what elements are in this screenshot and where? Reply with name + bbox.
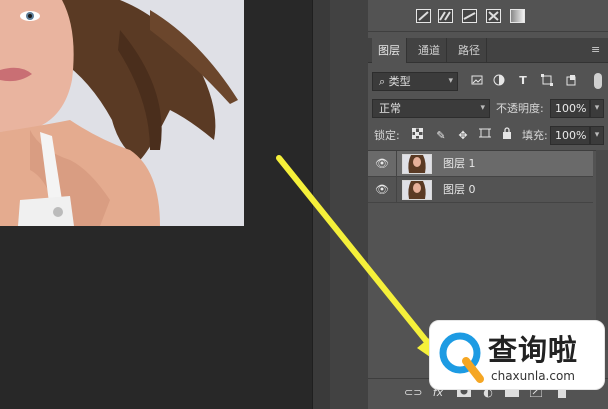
chevron-down-icon: ▾ bbox=[448, 76, 453, 86]
lock-label: 锁定: bbox=[374, 129, 400, 142]
lock-transparent-pixels-icon[interactable] bbox=[410, 126, 424, 145]
filter-row: ⌕ 类型 ▾ T bbox=[368, 71, 608, 92]
watermark-logo-icon bbox=[439, 332, 484, 383]
opacity-field[interactable]: 100% bbox=[550, 99, 590, 118]
fill-label: 填充: bbox=[522, 129, 548, 142]
tab-channels[interactable]: 通道 bbox=[412, 38, 447, 63]
blend-row: 正常 ▾ 不透明度: 100% ▾ bbox=[368, 98, 608, 119]
style-preset-1[interactable] bbox=[416, 9, 431, 23]
style-preset-5[interactable] bbox=[510, 9, 525, 23]
shape-filter-icon[interactable] bbox=[540, 74, 554, 88]
tab-paths[interactable]: 路径 bbox=[452, 38, 487, 63]
lock-artboard-icon[interactable] bbox=[478, 126, 492, 145]
visibility-eye-icon[interactable]: 👁 bbox=[374, 182, 390, 198]
layer-row-1[interactable]: 👁 图层 1 bbox=[368, 151, 593, 177]
panel-tabbar: 图层 通道 路径 ≡ bbox=[368, 38, 608, 63]
lock-image-pixels-icon[interactable]: ✎ bbox=[434, 126, 448, 145]
watermark-url: chaxunla.com bbox=[491, 369, 575, 383]
document-canvas-area[interactable] bbox=[0, 0, 312, 409]
opacity-stepper[interactable]: ▾ bbox=[590, 99, 604, 118]
smart-object-filter-icon[interactable] bbox=[564, 74, 578, 88]
tab-layers[interactable]: 图层 bbox=[372, 38, 407, 63]
lock-position-icon[interactable]: ✥ bbox=[456, 126, 470, 145]
lock-row: 锁定: ✎ ✥ 填充: 100% ▾ bbox=[368, 125, 608, 146]
filter-kind-label: 类型 bbox=[388, 75, 411, 88]
layer-name[interactable]: 图层 1 bbox=[443, 151, 476, 177]
adjustment-filter-icon[interactable] bbox=[492, 74, 506, 88]
chevron-down-icon: ▾ bbox=[480, 103, 485, 113]
filter-kind-dropdown[interactable]: ⌕ 类型 ▾ bbox=[372, 72, 458, 91]
panel-menu-icon[interactable]: ≡ bbox=[591, 44, 603, 56]
style-preset-3[interactable] bbox=[462, 9, 477, 23]
blend-mode-dropdown[interactable]: 正常 ▾ bbox=[372, 99, 490, 118]
type-filter-icon[interactable]: T bbox=[516, 74, 530, 88]
eye-separator bbox=[396, 177, 397, 203]
canvas-scroll-strip[interactable] bbox=[312, 0, 330, 409]
lock-all-icon[interactable] bbox=[500, 126, 514, 145]
layer-thumbnail bbox=[402, 180, 432, 200]
link-layers-icon[interactable]: ⊂⊃ bbox=[404, 385, 422, 401]
eye-separator bbox=[396, 151, 397, 177]
search-icon: ⌕ bbox=[379, 75, 386, 88]
fill-stepper[interactable]: ▾ bbox=[590, 126, 604, 145]
visibility-eye-icon[interactable]: 👁 bbox=[374, 156, 390, 172]
styles-presets-strip bbox=[368, 0, 608, 32]
canvas-photo bbox=[0, 0, 244, 226]
layer-row-0[interactable]: 👁 图层 0 bbox=[368, 177, 593, 203]
opacity-label: 不透明度: bbox=[496, 102, 544, 115]
layer-name[interactable]: 图层 0 bbox=[443, 177, 476, 203]
style-preset-4[interactable] bbox=[486, 9, 501, 23]
panel-dock-edge bbox=[330, 0, 368, 409]
blend-mode-value: 正常 bbox=[379, 102, 401, 115]
site-watermark: 查询啦 chaxunla.com bbox=[429, 320, 605, 390]
watermark-title: 查询啦 bbox=[488, 333, 579, 367]
fill-field[interactable]: 100% bbox=[550, 126, 590, 145]
image-filter-icon[interactable] bbox=[470, 74, 484, 88]
layer-thumbnail bbox=[402, 154, 432, 174]
style-preset-2[interactable] bbox=[438, 9, 453, 23]
filter-toggle[interactable] bbox=[594, 73, 602, 89]
